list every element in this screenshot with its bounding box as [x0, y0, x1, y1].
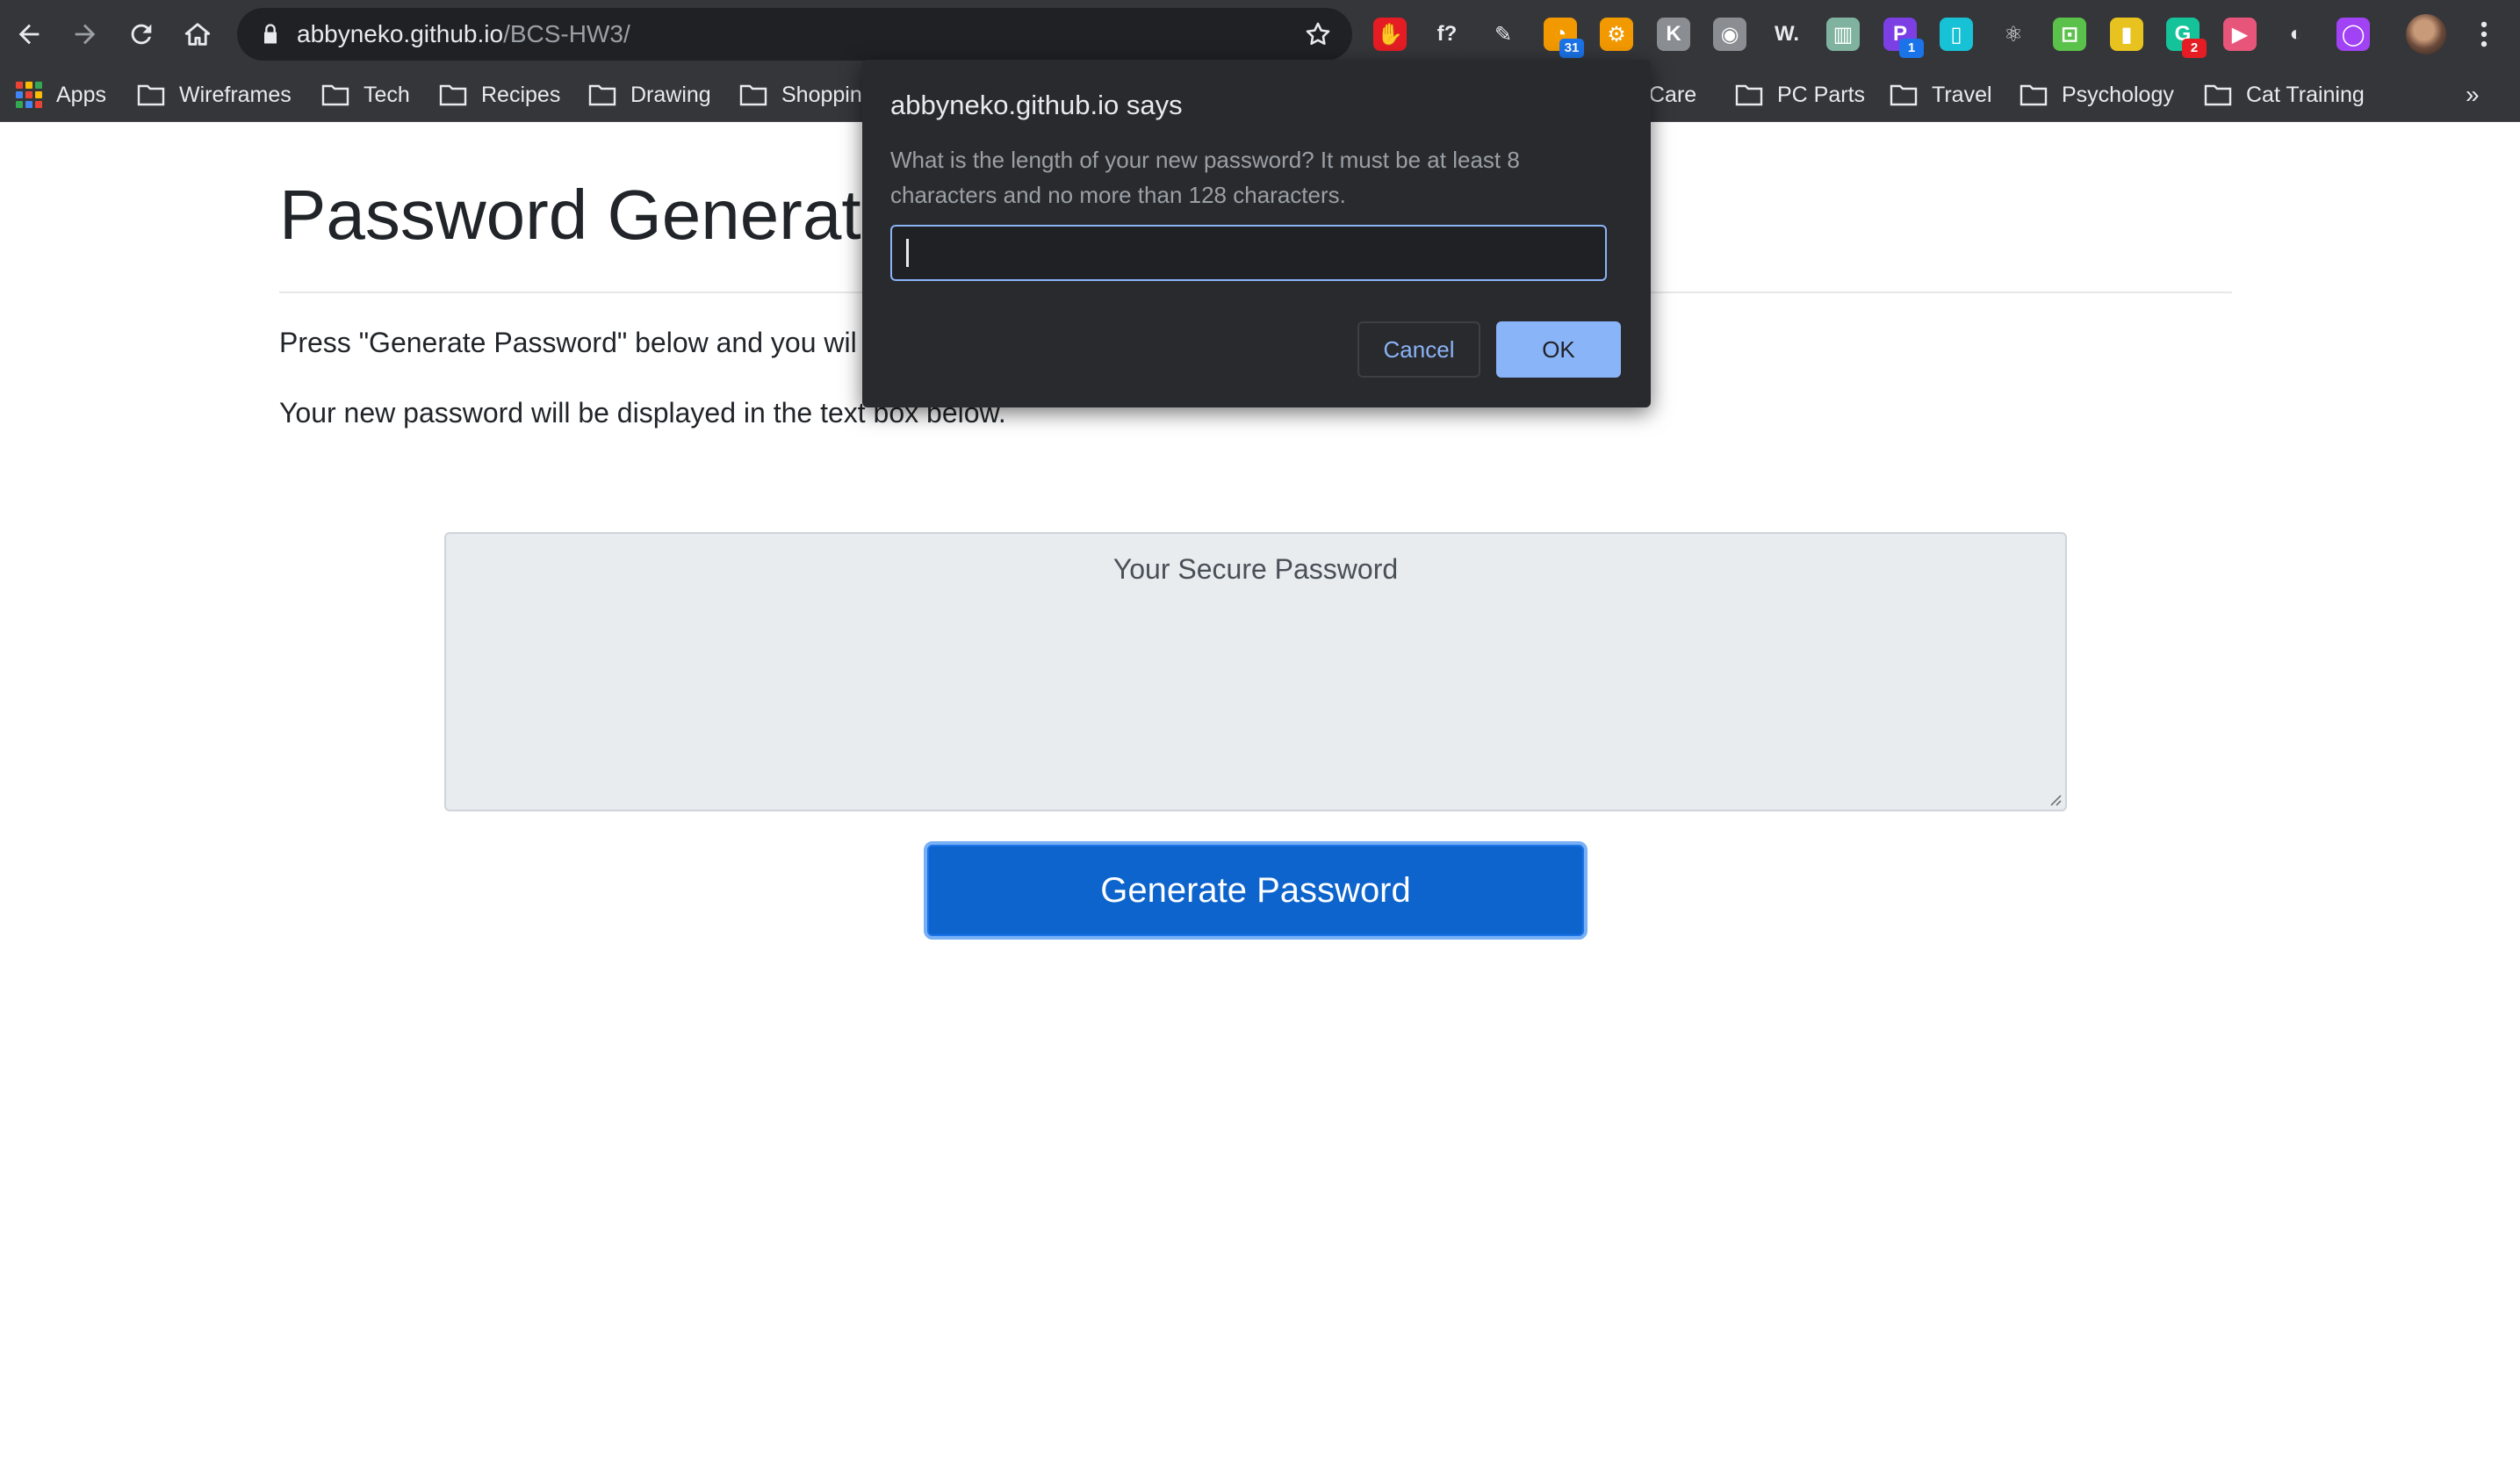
bookmark-folder-travel[interactable]: Travel — [1890, 68, 1992, 121]
font-finder-icon[interactable]: f? — [1430, 18, 1464, 51]
react-icon[interactable]: ⚛ — [1997, 18, 2030, 51]
gift-icon[interactable]: ▥ — [1826, 18, 1860, 51]
loop-extension-icon[interactable]: ◯ — [2336, 18, 2370, 51]
lock-icon — [264, 24, 277, 44]
extension-badge: 1 — [1899, 39, 1924, 58]
url-text[interactable]: abbyneko.github.io/BCS-HW3/ — [297, 8, 630, 61]
bookmark-folder-drawing[interactable]: Drawing — [588, 68, 711, 121]
bookmark-star-icon[interactable] — [1303, 19, 1333, 49]
back-arrow-icon — [18, 24, 40, 45]
bookmark-label: Psychology — [2062, 82, 2174, 107]
bookmark-label: Cat Training — [2246, 82, 2365, 107]
dialog-title: abbyneko.github.io says — [890, 90, 1183, 120]
url-host: abbyneko.github.io — [297, 20, 504, 47]
password-textarea[interactable]: Your Secure Password — [444, 532, 2067, 811]
bookmark-folder-shopping[interactable]: Shoppin — [739, 68, 862, 121]
bookmark-label: PC Parts — [1777, 82, 1866, 107]
bookmark-apps[interactable]: Apps — [16, 68, 106, 121]
forward-arrow-icon — [75, 24, 96, 45]
folder-icon — [2020, 84, 2048, 106]
extension-badge: 2 — [2182, 39, 2207, 58]
home-icon — [184, 23, 211, 46]
document-extension-icon[interactable]: ▯ — [1940, 18, 1973, 51]
address-bar[interactable]: abbyneko.github.io/BCS-HW3/ — [237, 8, 1352, 61]
adblock-icon[interactable]: ✋ — [1373, 18, 1407, 51]
folder-icon — [739, 84, 767, 106]
folder-icon — [2204, 84, 2232, 106]
p-extension-icon[interactable]: P1 — [1883, 18, 1924, 58]
bookmark-label: Travel — [1932, 82, 1992, 107]
bookmark-folder-wireframes[interactable]: Wireframes — [137, 68, 292, 121]
folder-icon — [137, 84, 165, 106]
dialog-message: What is the length of your new password?… — [890, 147, 1520, 208]
back-button[interactable] — [7, 12, 51, 56]
key-extension-icon[interactable]: K — [1657, 18, 1690, 51]
profile-avatar[interactable] — [2406, 14, 2446, 54]
bookmark-folder-psychology[interactable]: Psychology — [2020, 68, 2174, 121]
bookmark-label: Wireframes — [179, 82, 292, 107]
bookmark-extension-icon[interactable]: ⊡ — [2053, 18, 2086, 51]
bookmark-label: Recipes — [481, 82, 561, 107]
palette-extension-icon[interactable]: ▮ — [2110, 18, 2143, 51]
gear-extension-icon[interactable]: ⚙ — [1600, 18, 1633, 51]
resize-grip-icon[interactable] — [2046, 790, 2062, 806]
folder-icon — [1890, 84, 1918, 106]
reload-icon — [131, 24, 152, 45]
extension-badge: 31 — [1559, 39, 1584, 58]
page-title: Password Generato — [279, 176, 901, 254]
bookmark-label: Shoppin — [781, 82, 862, 107]
bookmark-folder-tech[interactable]: Tech — [321, 68, 410, 121]
more-bookmarks-chevron[interactable]: » — [2466, 68, 2480, 121]
password-length-input[interactable] — [890, 225, 1607, 281]
rss-icon[interactable]: ◔ 31 — [1544, 18, 1584, 58]
bookmark-folder-recipes[interactable]: Recipes — [439, 68, 560, 121]
pen-icon[interactable]: ✎ — [1487, 18, 1520, 51]
generate-password-button[interactable]: Generate Password — [924, 841, 1588, 940]
folder-icon — [439, 84, 467, 106]
prompt-dialog: abbyneko.github.io says What is the leng… — [862, 60, 1651, 407]
circle-extension-icon[interactable]: ◐ — [2279, 18, 2313, 51]
menu-dots-icon[interactable] — [2467, 18, 2501, 51]
grammarly-icon[interactable]: G2 — [2166, 18, 2207, 58]
reload-button[interactable] — [119, 12, 163, 56]
forward-button[interactable] — [63, 12, 107, 56]
bookmark-label: Apps — [56, 82, 106, 107]
password-placeholder: Your Secure Password — [1112, 553, 1399, 585]
url-path: /BCS-HW3/ — [503, 20, 630, 47]
browser-toolbar: abbyneko.github.io/BCS-HW3/ ✋ f? ✎ ◔ 31 ⚙ K ◉ W.… — [0, 0, 2520, 68]
bookmark-folder-care[interactable]: Care — [1649, 68, 1696, 121]
folder-icon — [588, 84, 616, 106]
screen-record-icon[interactable]: ▶ — [2223, 18, 2257, 51]
bookmark-folder-pc-parts[interactable]: PC Parts — [1735, 68, 1865, 121]
w-extension-icon[interactable]: W. — [1770, 18, 1804, 51]
text-caret — [906, 239, 909, 267]
apps-grid-icon — [16, 82, 42, 108]
camera-icon[interactable]: ◉ — [1713, 18, 1746, 51]
bookmark-label: Care — [1649, 82, 1697, 107]
folder-icon — [321, 84, 349, 106]
cancel-button[interactable]: Cancel — [1357, 321, 1480, 378]
ok-button[interactable]: OK — [1496, 321, 1621, 378]
intro-text: Press "Generate Password" below and you … — [279, 327, 857, 358]
bookmark-label: Drawing — [630, 82, 711, 107]
bookmark-label: Tech — [364, 82, 410, 107]
home-button[interactable] — [176, 12, 220, 56]
folder-icon — [1735, 84, 1763, 106]
bookmark-folder-cat-training[interactable]: Cat Training — [2204, 68, 2365, 121]
